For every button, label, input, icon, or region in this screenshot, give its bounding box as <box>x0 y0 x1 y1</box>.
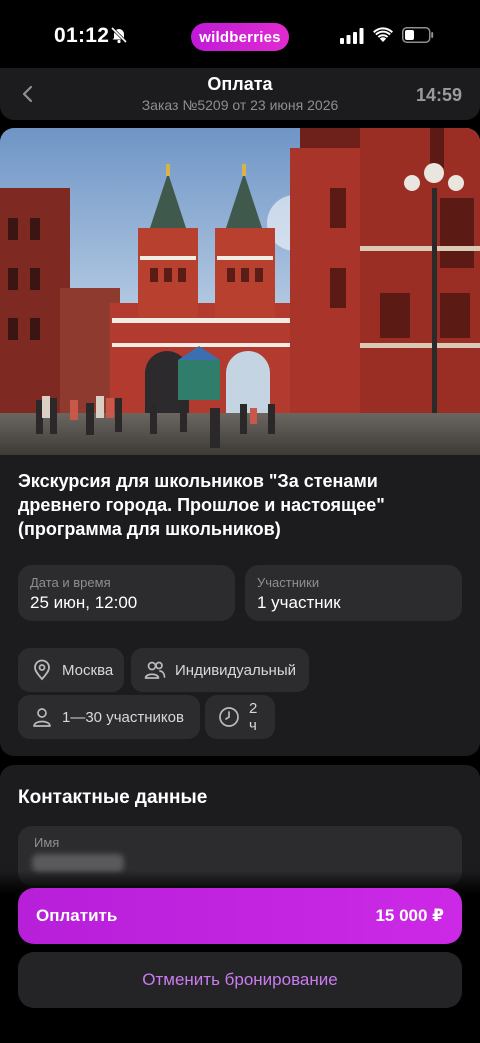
group-size-chip: 1—30 участников <box>18 695 200 739</box>
order-subtitle: Заказ №5209 от 23 июня 2026 <box>141 97 339 113</box>
city-chip: Москва <box>18 648 124 692</box>
participants-box: Участники 1 участник <box>245 565 462 621</box>
duration-chip: 2 ч <box>205 695 275 739</box>
tour-title: Экскурсия для школьников "За стенами дре… <box>18 471 385 539</box>
clock-icon <box>219 707 239 727</box>
brand-logo: wildberries <box>191 23 289 51</box>
contacts-title: Контактные данные <box>18 787 208 808</box>
cancel-booking-label: Отменить бронирование <box>142 970 338 989</box>
tour-photo <box>0 128 480 455</box>
group-size-label: 1—30 участников <box>62 708 184 726</box>
people-icon <box>144 661 166 679</box>
status-time: 01:12 <box>54 24 110 47</box>
tour-card: Экскурсия для школьников "За стенами дре… <box>0 128 480 756</box>
signal-icon <box>340 28 364 44</box>
duration-label: 2 ч <box>249 700 258 734</box>
date-time-box: Дата и время 25 июн, 12:00 <box>18 565 235 621</box>
participants-value: 1 участник <box>257 593 341 612</box>
tour-type-label: Индивидуальный <box>175 661 296 679</box>
date-time-label: Дата и время <box>30 575 111 590</box>
name-field-label: Имя <box>34 835 60 850</box>
person-icon <box>33 708 51 727</box>
pay-button[interactable]: Оплатить 15 000 ₽ <box>18 888 462 944</box>
participants-label: Участники <box>257 575 320 590</box>
battery-icon <box>402 27 434 43</box>
wifi-icon <box>373 27 393 42</box>
pay-amount: 15 000 ₽ <box>375 906 444 925</box>
city-label: Москва <box>62 661 114 679</box>
nav-header: Оплата Заказ №5209 от 23 июня 2026 14:59 <box>0 68 480 120</box>
date-time-value: 25 июн, 12:00 <box>30 593 138 612</box>
bell-off-icon <box>110 26 128 44</box>
cancel-booking-button[interactable]: Отменить бронирование <box>18 952 462 1008</box>
tour-type-chip: Индивидуальный <box>131 648 309 692</box>
pay-button-label: Оплатить <box>36 906 118 925</box>
payment-timer: 14:59 <box>415 85 462 105</box>
location-pin-icon <box>34 659 50 681</box>
status-bar: 01:12 wildberries <box>0 0 480 68</box>
page-title: Оплата <box>207 74 273 94</box>
